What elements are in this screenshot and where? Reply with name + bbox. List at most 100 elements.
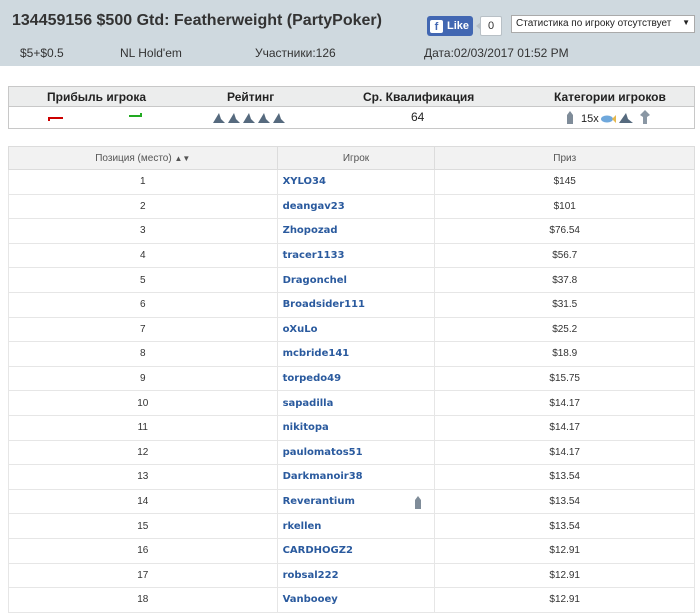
player-link[interactable]: oXuLo — [283, 324, 318, 335]
page-title: 134459156 $500 Gtd: Featherweight (Party… — [12, 12, 382, 29]
prize-column-header[interactable]: Приз — [434, 146, 695, 170]
like-count: 0 — [476, 16, 502, 36]
avg-qualification-value: 64 — [411, 110, 425, 124]
participants: Участники:126 — [255, 46, 336, 60]
position-cell: 18 — [8, 587, 278, 613]
facebook-like-button[interactable]: f Like — [427, 16, 473, 36]
position-cell: 7 — [8, 316, 278, 343]
player-link[interactable]: Reverantium — [283, 496, 355, 507]
player-cell: rkellen — [276, 513, 436, 539]
player-link[interactable]: paulomatos51 — [283, 447, 363, 458]
facebook-icon: f — [430, 19, 443, 33]
prize-cell: $14.17 — [434, 439, 695, 466]
profit-graph — [48, 113, 142, 121]
chevron-down-icon: ▼ — [682, 18, 690, 27]
player-cell: CARDHOGZ2 — [276, 537, 436, 564]
table-row: 4 tracer1133 $56.7 — [8, 242, 695, 269]
avg-qualification-header: Ср. Квалификация — [363, 90, 475, 104]
position-cell: 12 — [8, 439, 278, 466]
position-cell: 8 — [8, 341, 278, 367]
player-link[interactable]: Zhopozad — [283, 225, 338, 236]
shark-icon — [619, 113, 633, 123]
summary-table: Прибыль игрока Рейтинг Ср. Квалификация … — [8, 86, 695, 129]
prize-cell: $76.54 — [434, 218, 695, 244]
table-row: 18 Vanbooey $12.91 — [8, 587, 695, 613]
position-cell: 3 — [8, 218, 278, 244]
player-cell: Zhopozad — [276, 218, 436, 244]
table-row: 5 Dragonchel $37.8 — [8, 267, 695, 293]
fish-icon — [601, 115, 616, 123]
table-row: 8 mcbride141 $18.9 — [8, 341, 695, 367]
position-column-header[interactable]: Позиция (место) ▲▼ — [8, 146, 278, 170]
player-cell: sapadilla — [276, 390, 436, 416]
player-link[interactable]: torpedo49 — [283, 373, 341, 384]
player-link[interactable]: CARDHOGZ2 — [283, 545, 353, 556]
position-cell: 5 — [8, 267, 278, 293]
player-cell: tracer1133 — [276, 242, 436, 269]
player-cell: Vanbooey — [276, 587, 436, 613]
game-type: NL Hold'em — [120, 46, 182, 60]
prize-cell: $12.91 — [434, 562, 695, 589]
player-link[interactable]: XYLO34 — [283, 176, 326, 187]
player-column-header[interactable]: Игрок — [276, 146, 436, 170]
player-cell: deangav23 — [276, 193, 436, 220]
prize-cell: $13.54 — [434, 488, 695, 515]
buyin: $5+$0.5 — [20, 46, 64, 60]
player-cell: Reverantium — [276, 488, 436, 515]
player-link[interactable]: nikitopa — [283, 422, 329, 433]
category-count: 15x — [581, 113, 599, 125]
player-stats-select[interactable]: Статистика по игроку отсутствует ▼ — [511, 15, 695, 33]
player-cell: oXuLo — [276, 316, 436, 343]
table-row: 2 deangav23 $101 — [8, 193, 695, 220]
player-stats-select-value: Статистика по игроку отсутствует — [516, 18, 672, 29]
prize-cell: $56.7 — [434, 242, 695, 269]
table-row: 16 CARDHOGZ2 $12.91 — [8, 537, 695, 564]
player-cell: Broadsider111 — [276, 291, 436, 318]
whale-icon — [640, 110, 650, 124]
player-link[interactable]: rkellen — [283, 521, 322, 532]
table-row: 6 Broadsider111 $31.5 — [8, 291, 695, 318]
rating-icons — [213, 113, 285, 123]
player-link[interactable]: Broadsider111 — [283, 299, 365, 310]
prize-cell: $101 — [434, 193, 695, 220]
prize-cell: $37.8 — [434, 267, 695, 293]
position-cell: 16 — [8, 537, 278, 564]
table-row: 7 oXuLo $25.2 — [8, 316, 695, 343]
player-link[interactable]: Darkmanoir38 — [283, 471, 363, 482]
player-cell: XYLO34 — [276, 169, 436, 195]
player-link[interactable]: mcbride141 — [283, 348, 350, 359]
position-cell: 2 — [8, 193, 278, 220]
table-row: 1 XYLO34 $145 — [8, 169, 695, 195]
prize-cell: $12.91 — [434, 587, 695, 613]
tournament-date: Дата:02/03/2017 01:52 PM — [424, 46, 569, 60]
position-cell: 13 — [8, 464, 278, 490]
prize-cell: $25.2 — [434, 316, 695, 343]
player-link[interactable]: tracer1133 — [283, 250, 345, 261]
player-category-icon — [415, 495, 422, 509]
player-link[interactable]: deangav23 — [283, 201, 345, 212]
page-header: 134459156 $500 Gtd: Featherweight (Party… — [0, 0, 700, 66]
position-cell: 10 — [8, 390, 278, 416]
player-link[interactable]: Vanbooey — [283, 594, 338, 605]
player-link[interactable]: sapadilla — [283, 398, 334, 409]
prize-cell: $18.9 — [434, 341, 695, 367]
position-cell: 14 — [8, 488, 278, 515]
players-table-header: Позиция (место) ▲▼ Игрок Приз — [8, 146, 695, 170]
table-row: 13 Darkmanoir38 $13.54 — [8, 464, 695, 490]
position-cell: 15 — [8, 513, 278, 539]
prize-cell: $14.17 — [434, 390, 695, 416]
player-link[interactable]: robsal222 — [283, 570, 339, 581]
player-cell: robsal222 — [276, 562, 436, 589]
prize-cell: $12.91 — [434, 537, 695, 564]
player-categories-header: Категории игроков — [554, 90, 666, 104]
table-row: 3 Zhopozad $76.54 — [8, 218, 695, 244]
table-row: 12 paulomatos51 $14.17 — [8, 439, 695, 466]
position-cell: 17 — [8, 562, 278, 589]
table-row: 15 rkellen $13.54 — [8, 513, 695, 539]
position-cell: 11 — [8, 414, 278, 441]
sort-icon: ▲▼ — [174, 153, 191, 163]
player-link[interactable]: Dragonchel — [283, 275, 347, 286]
table-row: 14 Reverantium $13.54 — [8, 488, 695, 515]
profit-header: Прибыль игрока — [47, 90, 147, 104]
player-cell: Darkmanoir38 — [276, 464, 436, 490]
